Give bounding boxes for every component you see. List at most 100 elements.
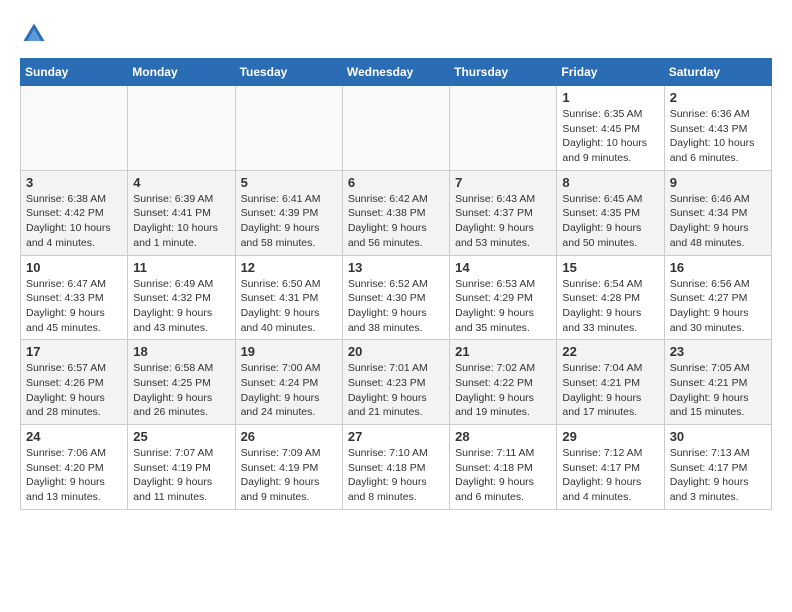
- day-info: Sunrise: 6:49 AM Sunset: 4:32 PM Dayligh…: [133, 277, 229, 336]
- day-info: Sunrise: 6:43 AM Sunset: 4:37 PM Dayligh…: [455, 192, 551, 251]
- calendar-cell: 14 Sunrise: 6:53 AM Sunset: 4:29 PM Dayli…: [450, 255, 557, 340]
- calendar-header-saturday: Saturday: [664, 59, 771, 86]
- calendar-cell: 20 Sunrise: 7:01 AM Sunset: 4:23 PM Dayli…: [342, 340, 449, 425]
- day-info: Sunrise: 6:45 AM Sunset: 4:35 PM Dayligh…: [562, 192, 658, 251]
- day-info: Sunrise: 7:10 AM Sunset: 4:18 PM Dayligh…: [348, 446, 444, 505]
- day-info: Sunrise: 6:57 AM Sunset: 4:26 PM Dayligh…: [26, 361, 122, 420]
- calendar-cell: 26 Sunrise: 7:09 AM Sunset: 4:19 PM Dayli…: [235, 425, 342, 510]
- day-number: 17: [26, 344, 122, 359]
- calendar-cell: 30 Sunrise: 7:13 AM Sunset: 4:17 PM Dayli…: [664, 425, 771, 510]
- calendar-cell: 8 Sunrise: 6:45 AM Sunset: 4:35 PM Daylig…: [557, 170, 664, 255]
- calendar-header-wednesday: Wednesday: [342, 59, 449, 86]
- day-number: 15: [562, 260, 658, 275]
- day-info: Sunrise: 6:46 AM Sunset: 4:34 PM Dayligh…: [670, 192, 766, 251]
- calendar-cell: 4 Sunrise: 6:39 AM Sunset: 4:41 PM Daylig…: [128, 170, 235, 255]
- calendar-header-thursday: Thursday: [450, 59, 557, 86]
- calendar-table: SundayMondayTuesdayWednesdayThursdayFrid…: [20, 58, 772, 510]
- day-number: 27: [348, 429, 444, 444]
- day-number: 22: [562, 344, 658, 359]
- calendar-cell: 9Sunrise: 6:46 AM Sunset: 4:34 PM Daylig…: [664, 170, 771, 255]
- day-number: 3: [26, 175, 122, 190]
- calendar-cell: 15Sunrise: 6:54 AM Sunset: 4:28 PM Dayli…: [557, 255, 664, 340]
- day-number: 21: [455, 344, 551, 359]
- day-info: Sunrise: 6:53 AM Sunset: 4:29 PM Dayligh…: [455, 277, 551, 336]
- day-number: 18: [133, 344, 229, 359]
- calendar-cell: 21 Sunrise: 7:02 AM Sunset: 4:22 PM Dayli…: [450, 340, 557, 425]
- day-number: 12: [241, 260, 337, 275]
- day-info: Sunrise: 6:36 AM Sunset: 4:43 PM Dayligh…: [670, 107, 766, 166]
- day-number: 8: [562, 175, 658, 190]
- calendar-cell: 2 Sunrise: 6:36 AM Sunset: 4:43 PM Daylig…: [664, 86, 771, 171]
- calendar-cell: [235, 86, 342, 171]
- calendar-cell: 13 Sunrise: 6:52 AM Sunset: 4:30 PM Dayli…: [342, 255, 449, 340]
- day-info: Sunrise: 7:07 AM Sunset: 4:19 PM Dayligh…: [133, 446, 229, 505]
- day-number: 24: [26, 429, 122, 444]
- calendar-week-5: 24 Sunrise: 7:06 AM Sunset: 4:20 PM Dayli…: [21, 425, 772, 510]
- calendar-header-row: SundayMondayTuesdayWednesdayThursdayFrid…: [21, 59, 772, 86]
- day-info: Sunrise: 6:42 AM Sunset: 4:38 PM Dayligh…: [348, 192, 444, 251]
- logo-icon: [20, 20, 48, 48]
- calendar-cell: 7 Sunrise: 6:43 AM Sunset: 4:37 PM Daylig…: [450, 170, 557, 255]
- calendar-cell: 1Sunrise: 6:35 AM Sunset: 4:45 PM Daylig…: [557, 86, 664, 171]
- calendar-cell: 16 Sunrise: 6:56 AM Sunset: 4:27 PM Dayli…: [664, 255, 771, 340]
- day-number: 6: [348, 175, 444, 190]
- page-header: [20, 20, 772, 48]
- calendar-cell: 23Sunrise: 7:05 AM Sunset: 4:21 PM Dayli…: [664, 340, 771, 425]
- day-number: 19: [241, 344, 337, 359]
- calendar-week-3: 10Sunrise: 6:47 AM Sunset: 4:33 PM Dayli…: [21, 255, 772, 340]
- calendar-header-tuesday: Tuesday: [235, 59, 342, 86]
- day-number: 4: [133, 175, 229, 190]
- day-number: 28: [455, 429, 551, 444]
- day-number: 30: [670, 429, 766, 444]
- day-number: 26: [241, 429, 337, 444]
- calendar-cell: [342, 86, 449, 171]
- day-number: 25: [133, 429, 229, 444]
- day-number: 2: [670, 90, 766, 105]
- day-info: Sunrise: 7:04 AM Sunset: 4:21 PM Dayligh…: [562, 361, 658, 420]
- day-info: Sunrise: 6:58 AM Sunset: 4:25 PM Dayligh…: [133, 361, 229, 420]
- day-info: Sunrise: 7:09 AM Sunset: 4:19 PM Dayligh…: [241, 446, 337, 505]
- day-number: 29: [562, 429, 658, 444]
- day-info: Sunrise: 7:01 AM Sunset: 4:23 PM Dayligh…: [348, 361, 444, 420]
- day-number: 5: [241, 175, 337, 190]
- day-info: Sunrise: 6:50 AM Sunset: 4:31 PM Dayligh…: [241, 277, 337, 336]
- calendar-cell: 25 Sunrise: 7:07 AM Sunset: 4:19 PM Dayli…: [128, 425, 235, 510]
- day-number: 14: [455, 260, 551, 275]
- calendar-cell: 22 Sunrise: 7:04 AM Sunset: 4:21 PM Dayli…: [557, 340, 664, 425]
- calendar-cell: 18 Sunrise: 6:58 AM Sunset: 4:25 PM Dayli…: [128, 340, 235, 425]
- day-info: Sunrise: 6:52 AM Sunset: 4:30 PM Dayligh…: [348, 277, 444, 336]
- day-info: Sunrise: 7:13 AM Sunset: 4:17 PM Dayligh…: [670, 446, 766, 505]
- calendar-cell: 28 Sunrise: 7:11 AM Sunset: 4:18 PM Dayli…: [450, 425, 557, 510]
- day-number: 13: [348, 260, 444, 275]
- day-number: 11: [133, 260, 229, 275]
- calendar-week-2: 3 Sunrise: 6:38 AM Sunset: 4:42 PM Daylig…: [21, 170, 772, 255]
- day-info: Sunrise: 6:39 AM Sunset: 4:41 PM Dayligh…: [133, 192, 229, 251]
- day-info: Sunrise: 7:12 AM Sunset: 4:17 PM Dayligh…: [562, 446, 658, 505]
- calendar-cell: [21, 86, 128, 171]
- calendar-week-4: 17 Sunrise: 6:57 AM Sunset: 4:26 PM Dayli…: [21, 340, 772, 425]
- logo: [20, 20, 52, 48]
- calendar-cell: 5 Sunrise: 6:41 AM Sunset: 4:39 PM Daylig…: [235, 170, 342, 255]
- day-info: Sunrise: 7:02 AM Sunset: 4:22 PM Dayligh…: [455, 361, 551, 420]
- calendar-header-sunday: Sunday: [21, 59, 128, 86]
- calendar-cell: 10Sunrise: 6:47 AM Sunset: 4:33 PM Dayli…: [21, 255, 128, 340]
- day-info: Sunrise: 7:00 AM Sunset: 4:24 PM Dayligh…: [241, 361, 337, 420]
- day-info: Sunrise: 6:47 AM Sunset: 4:33 PM Dayligh…: [26, 277, 122, 336]
- day-info: Sunrise: 7:06 AM Sunset: 4:20 PM Dayligh…: [26, 446, 122, 505]
- day-number: 7: [455, 175, 551, 190]
- calendar-header-monday: Monday: [128, 59, 235, 86]
- day-info: Sunrise: 6:41 AM Sunset: 4:39 PM Dayligh…: [241, 192, 337, 251]
- day-info: Sunrise: 6:38 AM Sunset: 4:42 PM Dayligh…: [26, 192, 122, 251]
- calendar-cell: 17 Sunrise: 6:57 AM Sunset: 4:26 PM Dayli…: [21, 340, 128, 425]
- calendar-cell: [128, 86, 235, 171]
- day-number: 23: [670, 344, 766, 359]
- day-info: Sunrise: 7:11 AM Sunset: 4:18 PM Dayligh…: [455, 446, 551, 505]
- calendar-cell: [450, 86, 557, 171]
- calendar-cell: 12 Sunrise: 6:50 AM Sunset: 4:31 PM Dayli…: [235, 255, 342, 340]
- day-number: 20: [348, 344, 444, 359]
- day-info: Sunrise: 6:56 AM Sunset: 4:27 PM Dayligh…: [670, 277, 766, 336]
- day-number: 16: [670, 260, 766, 275]
- day-number: 1: [562, 90, 658, 105]
- calendar-cell: 3 Sunrise: 6:38 AM Sunset: 4:42 PM Daylig…: [21, 170, 128, 255]
- calendar-week-1: 1Sunrise: 6:35 AM Sunset: 4:45 PM Daylig…: [21, 86, 772, 171]
